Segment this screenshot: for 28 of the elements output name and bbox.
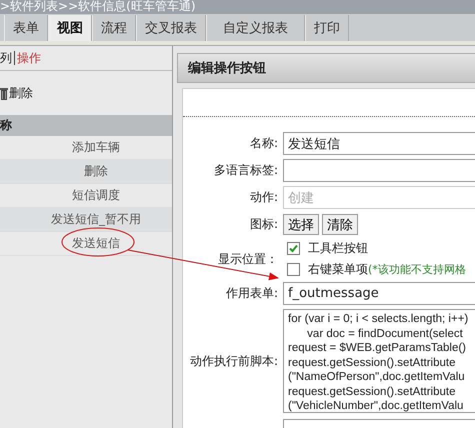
field-label: 作用表单: <box>224 285 279 302</box>
checkbox[interactable] <box>287 242 300 255</box>
field-label: 动作: <box>248 189 279 206</box>
sub-tab[interactable]: 列 <box>0 50 12 66</box>
field-label: 名称: <box>248 135 279 152</box>
input-field: 创建 <box>283 186 475 209</box>
field-label: 多语言标签: <box>212 162 279 179</box>
input-field[interactable]: 发送短信 <box>283 132 475 155</box>
note-text: (*该功能不支持网格 <box>368 262 466 277</box>
panel-header: 编辑操作按钮 <box>177 53 475 83</box>
script-textarea[interactable]: for (var i = 0; i < selects.length; i++) var doc = findDocument(select request = $WEB.getParamsTable() request.getSession().setAttribute ("NameOfPerson",doc.getItemValu request.getSession().setAttribute ("VehicleNumber",doc.getItemValu <box>283 309 475 413</box>
checkbox-label: 工具栏按钮 <box>308 240 368 257</box>
tab[interactable]: 视图 <box>48 14 92 40</box>
list-item[interactable]: 删除 <box>0 160 172 184</box>
form-button[interactable]: 清除 <box>322 214 358 235</box>
checkbox-label: 右键菜单项 <box>308 261 368 278</box>
window-title: >软件列表>>软件信息(旺车管车通) <box>0 0 197 12</box>
table-header: 称 <box>0 115 172 136</box>
input-field[interactable] <box>283 159 475 182</box>
checkbox[interactable] <box>287 263 300 276</box>
field-label: 图标: <box>248 216 279 233</box>
sub-tab[interactable]: 操作 <box>17 50 41 66</box>
field-label: 动作执行前脚本: <box>188 352 279 370</box>
list-item[interactable]: 发送短信_暂不用 <box>0 208 172 232</box>
input-field[interactable]: f_outmessage <box>283 282 475 305</box>
field-label: 显示位置： <box>217 250 279 268</box>
form-button[interactable]: 选择 <box>283 214 319 235</box>
delete-button[interactable]: 删除 <box>0 84 33 102</box>
